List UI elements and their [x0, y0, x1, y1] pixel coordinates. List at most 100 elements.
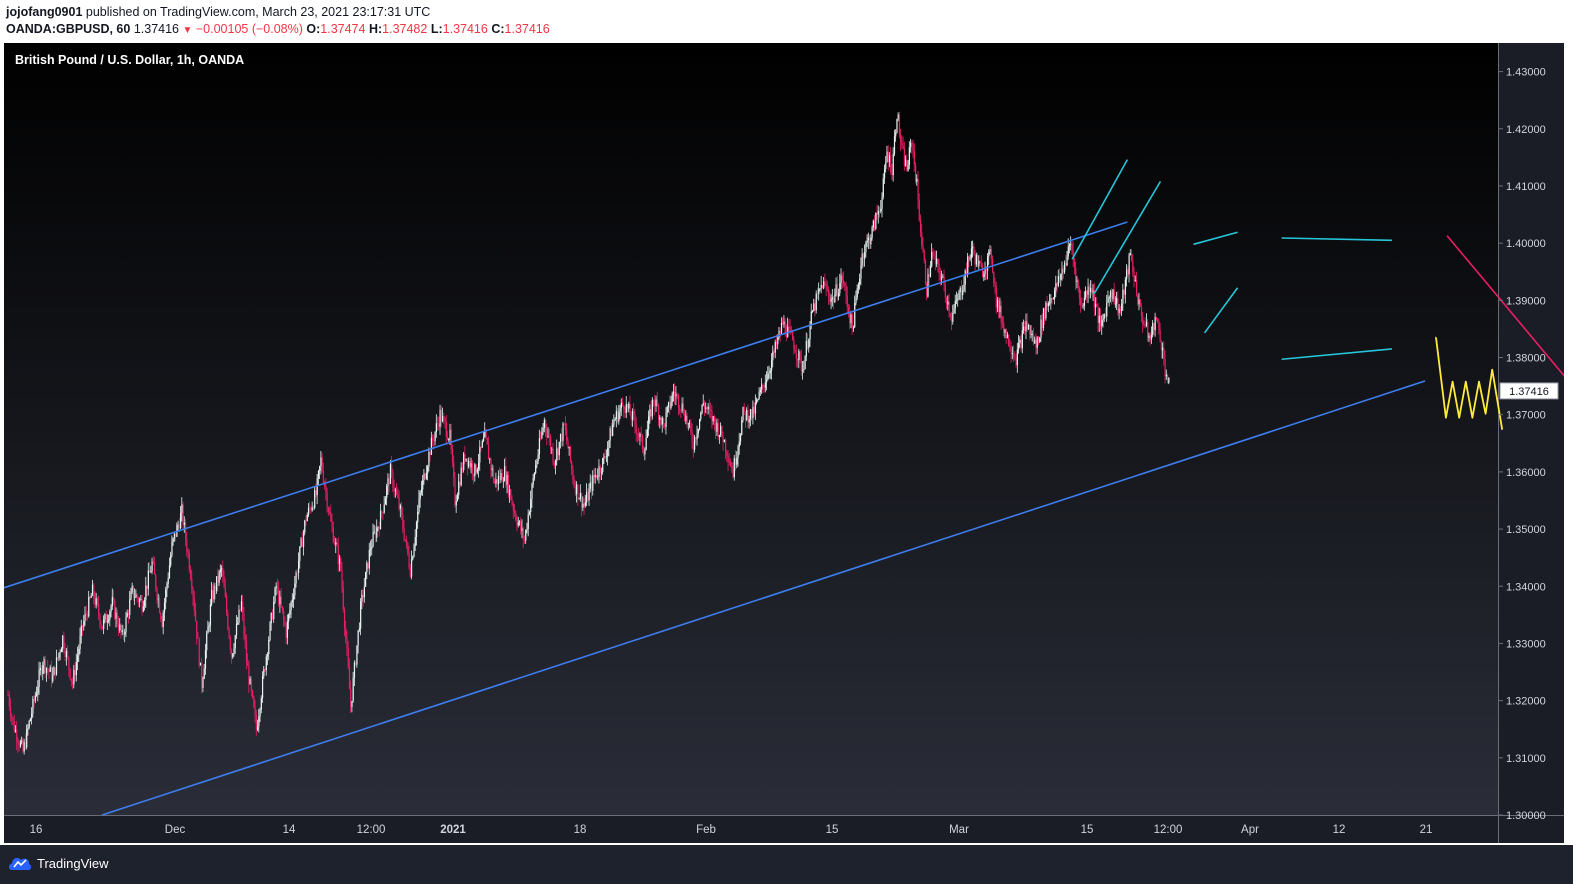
candle-body	[681, 403, 683, 411]
close-value: 1.37416	[504, 22, 550, 36]
candle-body	[836, 284, 838, 297]
candle-body	[341, 569, 343, 588]
candle-body	[314, 490, 316, 509]
candle-body	[1020, 339, 1022, 349]
candle-body	[838, 293, 840, 297]
candle-body	[146, 585, 148, 589]
candle-body	[432, 437, 434, 441]
candle-body	[1085, 290, 1087, 298]
last-price: 1.37416	[133, 22, 179, 36]
candle-body	[583, 503, 585, 507]
candle-body	[922, 245, 924, 252]
candle-body	[222, 568, 224, 576]
candle-body	[811, 310, 814, 312]
candle-body	[844, 283, 846, 286]
candle-body	[756, 400, 758, 403]
candle-body	[1080, 298, 1082, 305]
candle-body	[984, 269, 986, 275]
tradingview-logo[interactable]: TradingView	[8, 854, 109, 872]
candle-body	[958, 292, 960, 300]
candle-body	[191, 578, 193, 589]
last-price-marker: 1.37416	[1499, 382, 1559, 400]
candle-body	[189, 569, 192, 579]
candle-body	[712, 416, 714, 422]
candle-body	[98, 603, 100, 615]
candle-body	[247, 662, 249, 666]
candle-body	[996, 299, 999, 308]
candle-body	[907, 164, 909, 171]
candle-body	[100, 624, 102, 626]
candle-body	[689, 422, 691, 424]
candle-body	[178, 524, 181, 529]
candle-body	[703, 403, 706, 409]
candle-body	[1167, 374, 1169, 383]
candle-body	[162, 612, 164, 627]
time-tick-label: 2021	[440, 824, 466, 836]
candle-body	[279, 596, 281, 605]
candle-body	[505, 466, 507, 485]
candle-body	[165, 589, 167, 603]
candle-body	[335, 542, 337, 545]
candle-body	[535, 465, 537, 474]
time-tick-label: 18	[574, 824, 587, 836]
candle-body	[95, 598, 97, 605]
candle-body	[597, 476, 599, 478]
candle-body	[677, 395, 680, 408]
candle-body	[181, 504, 183, 513]
candle-body	[987, 256, 989, 271]
candle-body	[1095, 304, 1097, 308]
candle-body	[967, 256, 969, 275]
candle-body	[142, 606, 145, 612]
candle-body	[870, 237, 872, 245]
time-axis-background[interactable]	[4, 815, 1564, 843]
candle-body	[789, 326, 791, 331]
candle-body	[938, 264, 940, 274]
candle-body	[288, 614, 290, 622]
author-name[interactable]: jojofang0901	[6, 5, 82, 19]
candle-body	[487, 444, 490, 460]
open-label: O:	[306, 22, 321, 36]
candle-body	[629, 403, 631, 416]
candle-body	[85, 613, 87, 615]
candle-body	[299, 546, 301, 562]
candle-body	[527, 514, 529, 529]
candle-body	[946, 296, 948, 305]
candle-body	[738, 441, 740, 448]
chart-frame[interactable]: British Pound / U.S. Dollar, 1h, OANDA 1…	[4, 43, 1564, 843]
candle-body	[80, 625, 82, 636]
candle-body	[43, 658, 45, 666]
candle-body	[968, 256, 970, 259]
time-tick-label: 12:00	[357, 824, 386, 836]
candle-body	[83, 621, 85, 628]
candle-body	[641, 434, 644, 450]
candle-body	[235, 623, 238, 636]
candle-body	[1149, 335, 1151, 340]
candle-body	[482, 437, 485, 442]
candle-body	[1070, 243, 1072, 245]
candle-body	[763, 385, 765, 388]
candle-body	[563, 423, 565, 425]
candle-body	[433, 440, 435, 442]
candle-body	[285, 625, 287, 638]
candle-body	[951, 316, 953, 322]
candle-body	[1061, 268, 1063, 275]
candle-body	[869, 237, 871, 245]
candle-body	[927, 274, 929, 297]
candle-body	[1005, 329, 1007, 339]
candle-body	[568, 446, 570, 449]
candle-body	[1145, 321, 1148, 326]
candle-body	[141, 599, 143, 612]
candle-body	[263, 669, 265, 677]
candle-body	[1082, 305, 1084, 307]
candle-body	[469, 460, 471, 468]
candle-body	[522, 528, 524, 540]
candle-body	[644, 449, 646, 455]
time-tick-label: 21	[1420, 824, 1433, 836]
candle-body	[974, 254, 976, 265]
candle-body	[16, 729, 18, 742]
candle-body	[890, 155, 892, 173]
candle-body	[229, 637, 231, 650]
candle-body	[218, 572, 220, 583]
candle-body	[906, 159, 908, 171]
candle-body	[854, 303, 856, 328]
